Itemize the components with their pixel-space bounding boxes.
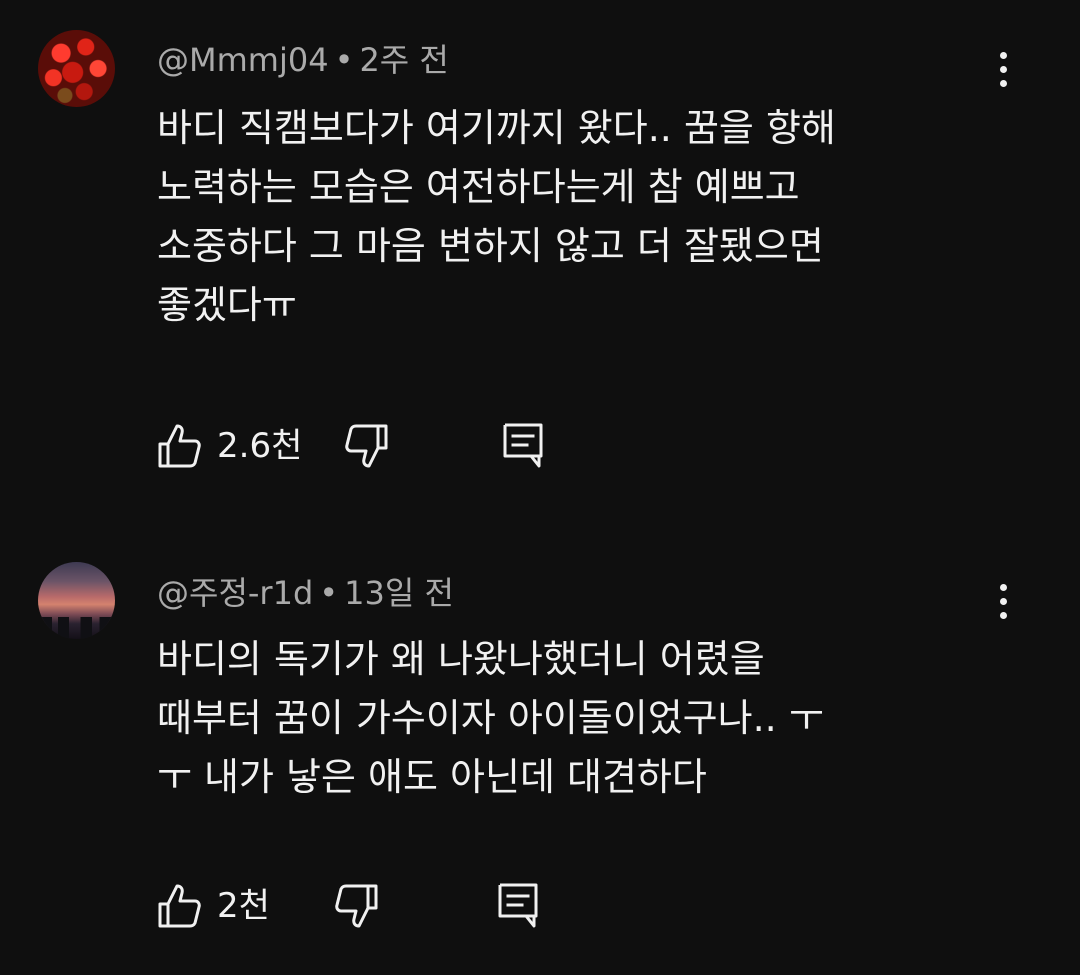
comment-text-line: 바디 직캠보다가 여기까지 왔다.. 꿈을 향해 xyxy=(157,106,836,150)
comment-text-line: 노력하는 모습은 여전하다는게 참 예쁘고 xyxy=(157,165,800,209)
thumbs-up-icon[interactable] xyxy=(155,882,203,930)
comment-text-line: ㅜ 내가 낳은 애도 아닌데 대견하다 xyxy=(157,755,707,799)
avatar[interactable] xyxy=(38,30,115,107)
thumbs-up-icon[interactable] xyxy=(155,422,203,470)
reply-comment-icon[interactable] xyxy=(501,422,549,470)
comment-actions: 2.6천 xyxy=(155,420,655,470)
comment-text-line: 때부터 꿈이 가수이자 아이돌이었구나.. ㅜ xyxy=(157,696,824,740)
comment-time: 2주 전 xyxy=(359,41,449,79)
meta-separator: • xyxy=(334,41,354,79)
like-count: 2.6천 xyxy=(217,426,303,466)
comment-time: 13일 전 xyxy=(344,574,454,612)
thumbs-down-icon[interactable] xyxy=(333,882,381,930)
comment-text-line: 좋겠다ㅠ xyxy=(157,283,297,327)
comment-meta: @Mmmj04 • 2주 전 xyxy=(157,40,449,80)
comment-text: 바디 직캠보다가 여기까지 왔다.. 꿈을 향해 노력하는 모습은 여전하다는게… xyxy=(157,99,997,335)
comment-text: 바디의 독기가 왜 나왔나했더니 어렸을 때부터 꿈이 가수이자 아이돌이었구나… xyxy=(157,630,997,807)
avatar[interactable] xyxy=(38,562,115,639)
comment-meta: @주정-r1d • 13일 전 xyxy=(157,573,454,613)
author-handle[interactable]: @Mmmj04 xyxy=(157,41,329,79)
more-vertical-icon[interactable] xyxy=(988,576,1018,626)
comment-text-line: 바디의 독기가 왜 나왔나했더니 어렸을 xyxy=(157,637,765,681)
like-count: 2천 xyxy=(217,886,270,926)
author-handle[interactable]: @주정-r1d xyxy=(157,574,313,612)
more-vertical-icon[interactable] xyxy=(988,44,1018,94)
comment-item: @Mmmj04 • 2주 전 바디 직캠보다가 여기까지 왔다.. 꿈을 향해 노력… xyxy=(0,0,1080,500)
comment-actions: 2천 xyxy=(155,880,655,930)
comment-item: @주정-r1d • 13일 전 바디의 독기가 왜 나왔나했더니 어렸을 때부터 꿈… xyxy=(0,530,1080,975)
reply-comment-icon[interactable] xyxy=(496,882,544,930)
comment-text-line: 소중하다 그 마음 변하지 않고 더 잘됐으면 xyxy=(157,224,824,268)
meta-separator: • xyxy=(319,574,339,612)
thumbs-down-icon[interactable] xyxy=(343,422,391,470)
